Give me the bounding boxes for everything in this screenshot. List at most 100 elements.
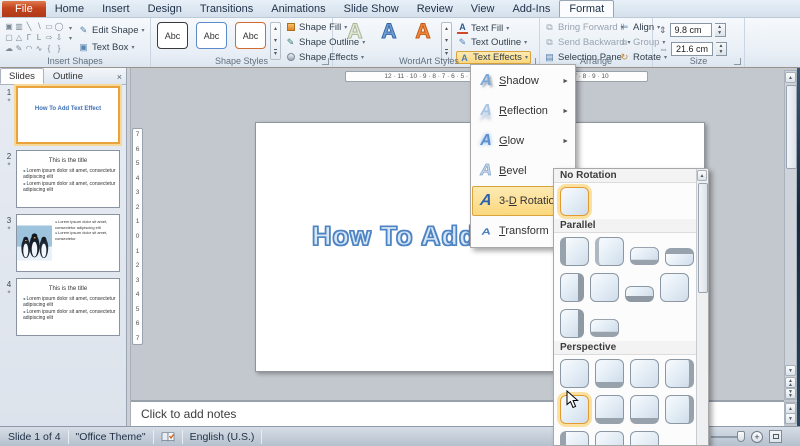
rotation-option[interactable] <box>595 359 624 388</box>
panel-splitter[interactable] <box>127 68 131 426</box>
slide-number: 1✦ <box>4 88 14 104</box>
vertical-scrollbar[interactable]: ▲ ▼ ▲▲ ▼▼ <box>784 70 797 400</box>
bevel-effect-icon <box>473 162 499 180</box>
text-outline-icon: ✎ <box>457 37 468 48</box>
shape-style-sample-1[interactable]: Abc <box>157 22 188 49</box>
height-spinner[interactable]: ▲▼ <box>715 23 726 37</box>
rotation-option[interactable] <box>660 273 689 302</box>
wordart-sample-2[interactable]: A <box>374 20 404 52</box>
slide-thumbnail-4[interactable]: This is the title Lorem ipsum dolor sit … <box>16 278 120 336</box>
gallery-section-header: No Rotation <box>554 169 697 183</box>
slide-thumbnail-3[interactable]: Lorem ipsum dolor sit amet, consectetur … <box>16 214 120 272</box>
zoom-slider[interactable] <box>711 436 745 438</box>
rotation-option[interactable] <box>665 395 694 424</box>
shadow-effect-icon <box>473 72 499 90</box>
rotation-option[interactable] <box>630 359 659 388</box>
group-insert-shapes: ▣▥╲∖▭◯▢△ΓL⇨⇩☁✎◠∿{} ▾▾ ✎ Edit Shape▾ ▣ Te… <box>0 18 151 67</box>
zoom-slider-thumb[interactable] <box>737 431 745 442</box>
animation-star-icon: ✦ <box>4 161 14 168</box>
menu-item-glow[interactable]: Glow ► <box>472 126 574 156</box>
close-icon[interactable]: × <box>117 72 122 82</box>
tab-animations[interactable]: Animations <box>262 1 334 17</box>
rotation-option[interactable] <box>595 237 624 266</box>
fit-to-window-button[interactable] <box>769 430 782 443</box>
tab-insert[interactable]: Insert <box>93 1 139 17</box>
rotation-option[interactable] <box>665 359 694 388</box>
scroll-up-icon[interactable]: ▲ <box>697 170 707 181</box>
bring-forward-icon: ⧉ <box>544 22 555 33</box>
rotation-option[interactable] <box>590 319 619 337</box>
wordart-sample-1[interactable]: A <box>340 20 370 52</box>
shape-height-field[interactable]: 9.8 cm <box>670 23 712 37</box>
glow-effect-icon <box>473 132 499 150</box>
rotation-option[interactable] <box>560 273 584 302</box>
rotation-option[interactable] <box>630 247 659 265</box>
scroll-down-icon[interactable]: ▼ <box>785 413 796 424</box>
dialog-launcher-icon[interactable] <box>734 58 741 65</box>
scroll-down-icon[interactable]: ▼ <box>785 365 796 376</box>
tab-review[interactable]: Review <box>408 1 462 17</box>
wordart-sample-3[interactable]: A <box>408 20 438 52</box>
next-slide-icon[interactable]: ▼▼ <box>785 388 796 399</box>
rotation-option[interactable] <box>595 395 624 424</box>
tab-design[interactable]: Design <box>139 1 191 17</box>
rotation-option[interactable] <box>560 309 584 338</box>
previous-slide-icon[interactable]: ▲▲ <box>785 377 796 388</box>
slide-thumbnail-2[interactable]: This is the title Lorem ipsum dolor sit … <box>16 150 120 208</box>
rotation-option-selected[interactable] <box>560 187 589 216</box>
group-size: ⇕ 9.8 cm ▲▼ ⇔ 21.6 cm ▲▼ Size <box>653 18 745 67</box>
tab-outline[interactable]: Outline <box>44 68 92 84</box>
menu-item-shadow[interactable]: Shadow ► <box>472 66 574 96</box>
text-box-icon: ▣ <box>78 42 89 53</box>
slide-counter: Slide 1 of 4 <box>8 431 61 443</box>
shape-style-sample-3[interactable]: Abc <box>235 22 266 49</box>
send-backward-icon: ⧉ <box>544 37 555 48</box>
shape-gallery[interactable]: ▣▥╲∖▭◯▢△ΓL⇨⇩☁✎◠∿{} <box>4 21 64 54</box>
menu-item-reflection[interactable]: Reflection ► <box>472 96 574 126</box>
animation-star-icon: ✦ <box>4 225 14 232</box>
dialog-launcher-icon[interactable] <box>322 58 329 65</box>
tab-transitions[interactable]: Transitions <box>191 1 262 17</box>
tab-view[interactable]: View <box>462 1 504 17</box>
rotation-option[interactable] <box>590 273 619 302</box>
tab-file[interactable]: File <box>2 1 46 17</box>
notes-scrollbar[interactable]: ▲ ▼ <box>784 402 797 424</box>
zoom-in-button[interactable]: + <box>751 431 763 443</box>
shape-style-gallery-arrows[interactable]: ▴▾▾ <box>270 22 281 60</box>
tab-slides[interactable]: Slides <box>0 68 44 84</box>
shape-outline-icon: ✎ <box>285 37 296 48</box>
wordart-gallery-arrows[interactable]: ▴▾▾ <box>441 22 452 60</box>
text-outline-button[interactable]: ✎ Text Outline▾ <box>457 37 527 48</box>
width-spinner[interactable]: ▲▼ <box>716 42 727 56</box>
edit-shape-button[interactable]: ✎ Edit Shape▾ <box>78 25 145 36</box>
language-indicator: English (U.S.) <box>190 431 255 443</box>
shape-width-field[interactable]: 21.6 cm <box>671 42 713 56</box>
scroll-up-icon[interactable]: ▲ <box>785 72 796 83</box>
rotation-option[interactable] <box>595 431 624 446</box>
animation-star-icon: ✦ <box>4 289 14 296</box>
tab-home[interactable]: Home <box>46 1 93 17</box>
slide-thumbnail-1[interactable]: How To Add Text Effect <box>16 86 120 144</box>
zoom-controls: + <box>711 430 782 443</box>
ribbon-tab-bar: FileHomeInsertDesignTransitionsAnimation… <box>0 0 800 18</box>
rotation-option[interactable] <box>560 359 589 388</box>
scrollbar-thumb[interactable] <box>786 85 797 169</box>
shape-gallery-scroll[interactable]: ▾▾ <box>66 24 75 44</box>
send-backward-button[interactable]: ⧉ Send Backward▾ <box>544 37 631 48</box>
rotation-option[interactable] <box>560 237 589 266</box>
tab-slide-show[interactable]: Slide Show <box>335 1 408 17</box>
rotation-option[interactable] <box>630 395 659 424</box>
scrollbar-thumb[interactable] <box>698 183 708 293</box>
text-fill-button[interactable]: A Text Fill▾ <box>457 22 509 34</box>
penguins-image <box>17 215 52 271</box>
rotation-option[interactable] <box>665 248 694 266</box>
bring-forward-button[interactable]: ⧉ Bring Forward▾ <box>544 22 624 33</box>
tab-add-ins[interactable]: Add-Ins <box>503 1 559 17</box>
text-box-button[interactable]: ▣ Text Box▾ <box>78 42 134 53</box>
rotation-option[interactable] <box>630 431 659 446</box>
gallery-scrollbar[interactable]: ▲ <box>696 169 708 446</box>
rotation-option[interactable] <box>625 286 654 302</box>
tab-format[interactable]: Format <box>559 0 614 17</box>
shape-style-sample-2[interactable]: Abc <box>196 22 227 49</box>
rotation-option[interactable] <box>560 431 589 446</box>
